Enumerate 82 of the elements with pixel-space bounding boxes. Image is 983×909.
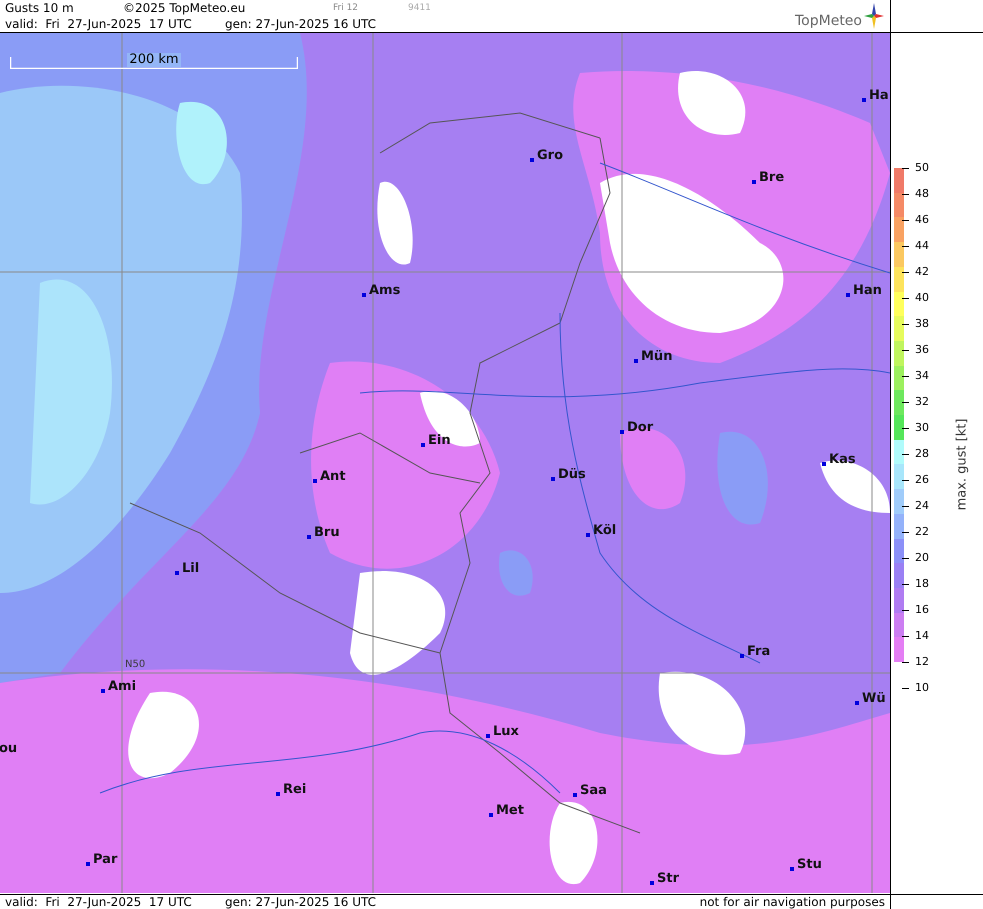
city-marker-icon: [573, 793, 577, 797]
city-marker-icon: [620, 430, 624, 434]
city-marker-icon: [586, 533, 590, 537]
scale-tick-label: 22: [915, 525, 929, 539]
city-label: Ha: [869, 89, 889, 103]
scale-tick-label: 44: [915, 239, 929, 253]
city-label: Ant: [320, 470, 346, 484]
scale-tick-label: 38: [915, 317, 929, 331]
city-label: Fra: [747, 645, 770, 659]
city-label: Ein: [428, 434, 451, 448]
city-marker-icon: [862, 98, 866, 102]
city-label: Düs: [558, 468, 586, 482]
scale-tick-label: 40: [915, 291, 929, 305]
city-marker-icon: [101, 689, 105, 693]
city-label: Lil: [182, 562, 200, 576]
scale-tick-label: 28: [915, 447, 929, 461]
city-label: Lux: [493, 725, 519, 739]
city-marker-icon: [846, 293, 850, 297]
city-marker-icon: [276, 792, 280, 796]
city-label: Rei: [283, 783, 306, 797]
scale-tick-label: 30: [915, 421, 929, 435]
city-marker-icon: [421, 443, 425, 447]
compass-star-icon: [864, 3, 884, 29]
city-marker-icon: [307, 535, 311, 539]
legend-title: max. gust [kt]: [954, 418, 970, 510]
city-marker-icon: [362, 293, 366, 297]
logo-text: TopMeteo: [795, 14, 862, 29]
city-marker-icon: [486, 734, 490, 738]
city-marker-icon: [790, 867, 794, 871]
city-marker-icon: [313, 479, 317, 483]
city-marker-icon: [752, 180, 756, 184]
scale-tick-label: 26: [915, 473, 929, 487]
scale-tick-label: 14: [915, 629, 929, 643]
city-label: Par: [93, 853, 118, 867]
generated-time: gen: 27-Jun-2025 16 UTC: [225, 894, 376, 909]
city-marker-icon: [530, 158, 534, 162]
city-marker-icon: [489, 813, 493, 817]
scale-tick-label: 10: [915, 681, 929, 695]
scale-tick-label: 48: [915, 187, 929, 201]
city-marker-icon: [822, 462, 826, 466]
city-marker-icon: [650, 881, 654, 885]
latitude-label: N50: [125, 659, 146, 671]
run-label: Fri 12: [333, 2, 360, 14]
city-marker-icon: [86, 862, 90, 866]
scale-tick-label: 18: [915, 577, 929, 591]
city-label: Gro: [537, 149, 564, 163]
city-label: Bre: [759, 171, 784, 185]
city-label: Ami: [108, 680, 136, 694]
city-marker-icon: [634, 359, 638, 363]
city-label: Dor: [627, 421, 654, 435]
city-label: Bru: [314, 526, 340, 540]
city-label: Wü: [862, 692, 886, 706]
scale-tick-label: 12: [915, 655, 929, 669]
city-label: Han: [853, 284, 882, 298]
disclaimer-text: not for air navigation purposes: [700, 894, 885, 909]
scale-tick-label: 42: [915, 265, 929, 279]
scale-tick-label: 50: [915, 161, 929, 175]
city-label: Saa: [580, 784, 607, 798]
scale-tick-label: 32: [915, 395, 929, 409]
scale-tick-label: 20: [915, 551, 929, 565]
scale-tick-label: 24: [915, 499, 929, 513]
scale-tick-label: 16: [915, 603, 929, 617]
city-label: Met: [496, 804, 524, 818]
city-label: Ams: [369, 284, 400, 298]
generated-time: gen: 27-Jun-2025 16 UTC: [225, 16, 376, 32]
city-label: Stu: [797, 858, 822, 872]
code-label: 9411: [408, 2, 431, 14]
valid-time: valid: Fri 27-Jun-2025 17 UTC: [5, 894, 193, 909]
scale-tick-label: 36: [915, 343, 929, 357]
copyright-text: ©2025 TopMeteo.eu: [123, 0, 246, 16]
map-title: Gusts 10 m: [5, 0, 75, 16]
city-label: Mün: [641, 350, 672, 364]
city-marker-icon: [551, 477, 555, 481]
scale-label: 200 km: [127, 53, 181, 67]
city-marker-icon: [740, 654, 744, 658]
scale-tick-label: 34: [915, 369, 929, 383]
city-label: Köl: [593, 524, 616, 538]
scale-tick-label: 46: [915, 213, 929, 227]
city-marker-icon: [175, 571, 179, 575]
valid-time: valid: Fri 27-Jun-2025 17 UTC: [5, 16, 193, 32]
city-label: Str: [657, 872, 679, 886]
city-marker-icon: [855, 701, 859, 705]
